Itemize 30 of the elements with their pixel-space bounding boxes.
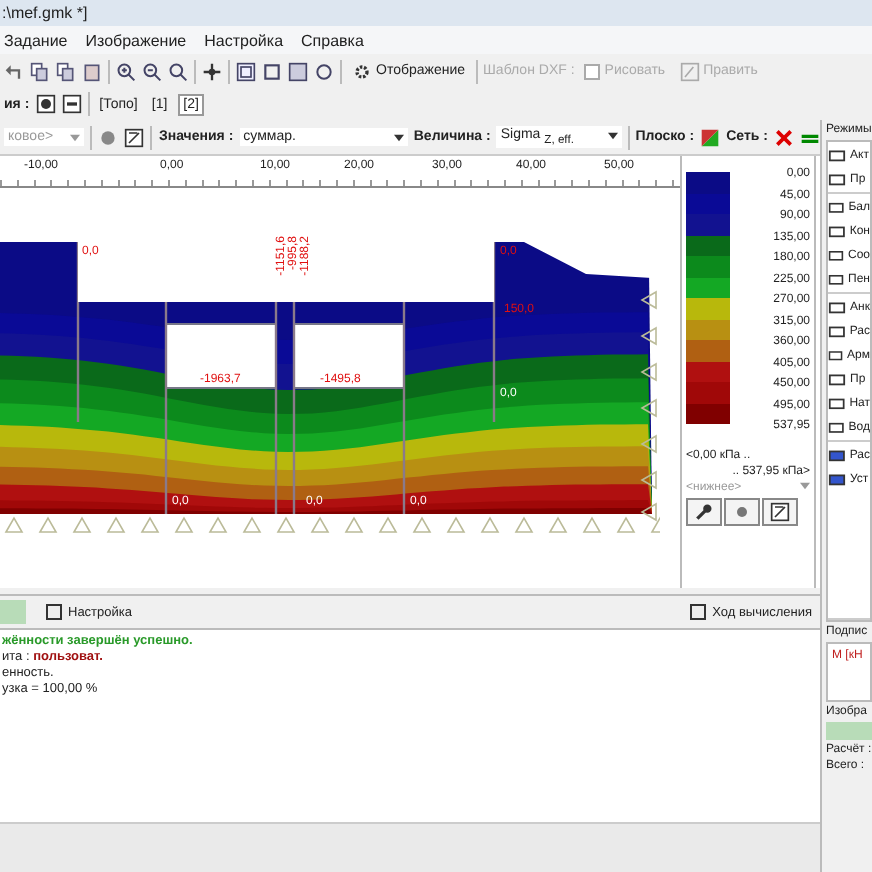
zoom-out-icon[interactable]	[142, 61, 162, 81]
palette-icon[interactable]	[700, 127, 721, 147]
edit-icon	[679, 61, 700, 81]
circle-button[interactable]	[724, 497, 760, 525]
window-title: :\mef.gmk *]	[2, 4, 88, 22]
gear-icon	[352, 61, 372, 81]
add-stage-icon[interactable]	[35, 94, 56, 114]
cross-icon[interactable]	[774, 127, 794, 147]
zoom-in-icon[interactable]	[116, 61, 136, 81]
menu-item[interactable]: Настройка	[204, 31, 284, 49]
caret-icon	[70, 133, 81, 141]
menu-item[interactable]: Изображение	[85, 31, 187, 49]
undo-icon[interactable]	[4, 61, 24, 81]
caret-icon	[607, 132, 618, 141]
zoom-icon[interactable]	[168, 61, 188, 81]
edit-button[interactable]	[762, 497, 798, 525]
menu-item[interactable]: Задание	[4, 31, 68, 49]
paste-icon[interactable]	[82, 61, 102, 81]
edit-icon[interactable]	[124, 127, 145, 147]
wrench-icon	[694, 501, 714, 521]
move-icon[interactable]	[202, 61, 222, 81]
caret-icon	[800, 481, 810, 489]
edit-icon	[770, 501, 790, 521]
circle-icon	[732, 501, 752, 521]
image-bar	[826, 722, 872, 740]
caret-icon	[393, 133, 404, 141]
settings-button[interactable]	[686, 497, 722, 525]
progress-block	[0, 600, 26, 624]
menu-item[interactable]: Справка	[301, 31, 364, 49]
remove-stage-icon[interactable]	[61, 94, 82, 114]
